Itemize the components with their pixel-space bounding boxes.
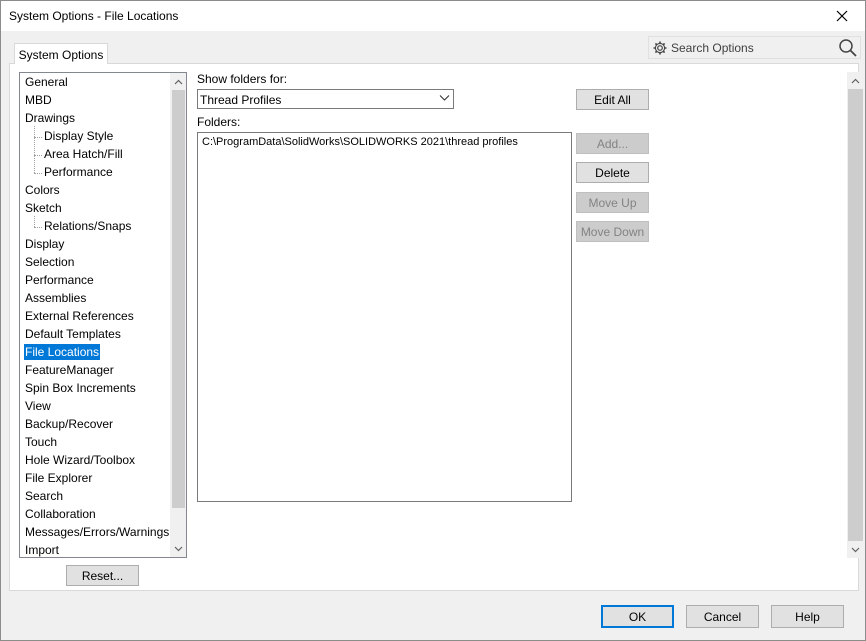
window-title: System Options - File Locations — [9, 9, 179, 23]
ok-button[interactable]: OK — [601, 605, 674, 628]
tree-item[interactable]: Assemblies — [24, 290, 87, 306]
show-folders-value: Thread Profiles — [200, 93, 282, 107]
cancel-button[interactable]: Cancel — [686, 605, 759, 628]
tree-connector — [34, 173, 42, 174]
tab-system-options[interactable]: System Options — [14, 43, 108, 65]
tree-scroll-up[interactable] — [170, 73, 186, 90]
options-tree: General MBD Drawings Display Style Area Hatc… — [19, 72, 187, 558]
chevron-down-icon — [851, 547, 860, 552]
tree-item[interactable]: Sketch — [24, 200, 63, 216]
tree-item[interactable]: Backup/Recover — [24, 416, 114, 432]
chevron-up-icon — [851, 78, 860, 83]
close-button[interactable] — [819, 1, 865, 31]
tree-item[interactable]: View — [24, 398, 52, 414]
tree-item[interactable]: File Locations — [24, 344, 101, 360]
folders-label: Folders: — [197, 115, 241, 129]
tree-scroll-thumb[interactable] — [172, 90, 185, 508]
edit-all-button[interactable]: Edit All — [576, 89, 649, 110]
tree-item[interactable]: FeatureManager — [24, 362, 115, 378]
tree-item[interactable]: Performance — [24, 272, 95, 288]
move-up-button[interactable]: Move Up — [576, 192, 649, 213]
reset-button[interactable]: Reset... — [66, 565, 139, 586]
show-folders-label: Show folders for: — [197, 72, 288, 86]
chevron-up-icon — [174, 79, 183, 84]
panel-scroll-down[interactable] — [847, 541, 864, 558]
panel-scrollbar[interactable] — [847, 72, 864, 558]
folder-path-item[interactable]: C:\ProgramData\SolidWorks\SOLIDWORKS 202… — [202, 136, 518, 148]
show-folders-select[interactable]: Thread Profiles — [197, 89, 454, 109]
close-icon — [836, 10, 848, 22]
search-options-box — [648, 36, 861, 59]
tree-item[interactable]: General — [24, 74, 69, 90]
tree-item[interactable]: Hole Wizard/Toolbox — [24, 452, 136, 468]
help-button[interactable]: Help — [771, 605, 844, 628]
tree-item[interactable]: Performance — [43, 164, 114, 180]
tree-item[interactable]: Collaboration — [24, 506, 97, 522]
search-icon[interactable] — [838, 38, 858, 58]
tree-item[interactable]: Relations/Snaps — [43, 218, 132, 234]
title-bar: System Options - File Locations — [1, 1, 865, 31]
tree-item[interactable]: External References — [24, 308, 135, 324]
tree-item[interactable]: Colors — [24, 182, 61, 198]
tree-item[interactable]: Display — [24, 236, 65, 252]
tree-item[interactable]: Display Style — [43, 128, 114, 144]
folders-list[interactable]: C:\ProgramData\SolidWorks\SOLIDWORKS 202… — [197, 132, 572, 502]
tree-item[interactable]: File Explorer — [24, 470, 93, 486]
panel-scroll-thumb[interactable] — [848, 89, 863, 541]
tree-connector — [34, 137, 42, 138]
tree-scroll-down[interactable] — [170, 540, 186, 557]
tree-item[interactable]: Spin Box Increments — [24, 380, 137, 396]
delete-button[interactable]: Delete — [576, 162, 649, 183]
system-options-dialog: System Options - File Locations System O… — [0, 0, 866, 641]
tree-item[interactable]: MBD — [24, 92, 53, 108]
chevron-down-icon — [439, 95, 450, 101]
gear-icon[interactable] — [652, 40, 668, 56]
tree-connector — [34, 155, 42, 156]
chevron-down-icon — [174, 546, 183, 551]
tree-item[interactable]: Touch — [24, 434, 58, 450]
tree-item[interactable]: Selection — [24, 254, 75, 270]
tree-item[interactable]: Search — [24, 488, 64, 504]
tree-item[interactable]: Drawings — [24, 110, 76, 126]
tree-item[interactable]: Messages/Errors/Warnings — [24, 524, 170, 540]
tree-scrollbar[interactable] — [170, 73, 186, 557]
tree-item[interactable]: Area Hatch/Fill — [43, 146, 124, 162]
tree-item[interactable]: Import — [24, 542, 60, 557]
tree-connector — [34, 126, 35, 173]
tree-connector — [34, 216, 35, 227]
tree-item[interactable]: Default Templates — [24, 326, 122, 342]
add-button[interactable]: Add... — [576, 133, 649, 154]
panel-scroll-up[interactable] — [847, 72, 864, 89]
move-down-button[interactable]: Move Down — [576, 221, 649, 242]
tree-connector — [34, 227, 42, 228]
search-input[interactable] — [671, 39, 835, 57]
